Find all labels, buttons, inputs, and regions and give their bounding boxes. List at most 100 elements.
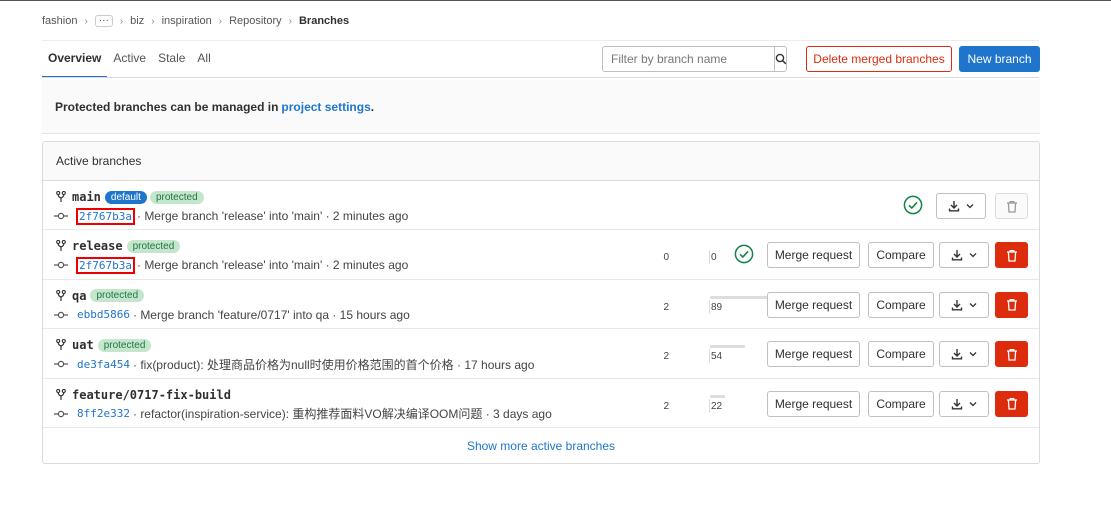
breadcrumb-item-fashion[interactable]: fashion [42, 15, 77, 27]
default-badge: default [104, 190, 147, 204]
breadcrumb-item-biz[interactable]: biz [130, 15, 144, 27]
commit-message: · Merge branch 'release' into 'main' · 2… [136, 209, 409, 223]
commits-ahead-bar [710, 394, 725, 398]
delete-branch-button[interactable] [995, 291, 1028, 318]
breadcrumb-current: Branches [298, 15, 350, 27]
tab-overview[interactable]: Overview [42, 44, 108, 78]
delete-merged-branches-button[interactable]: Delete merged branches [806, 46, 952, 72]
chevron-right-icon: › [119, 15, 124, 27]
search-button[interactable] [774, 47, 787, 71]
compare-button[interactable]: Compare [868, 291, 934, 318]
tab-stale[interactable]: Stale [152, 44, 191, 78]
chevron-right-icon: › [151, 15, 155, 27]
commits-ahead: 0 [711, 252, 717, 264]
download-button[interactable] [939, 242, 989, 269]
branch-name-link[interactable]: qa [72, 289, 86, 303]
commits-behind: 2 [663, 301, 669, 313]
breadcrumb-more-button[interactable]: ··· [94, 15, 113, 27]
compare-button[interactable]: Compare [868, 242, 934, 269]
branch-row: release protected 2f767b3a · Merge branch '… [43, 230, 1039, 280]
info-text: Protected branches can be managed in [55, 99, 279, 114]
branch-name-link[interactable]: main [72, 190, 101, 204]
protected-badge: protected [126, 239, 181, 253]
merge-request-button[interactable]: Merge request [767, 341, 860, 368]
delete-branch-button[interactable] [995, 242, 1028, 269]
commits-behind: 2 [663, 400, 669, 412]
protected-badge: protected [90, 289, 145, 303]
show-more-branches-link[interactable]: Show more active branches [43, 428, 1039, 463]
delete-branch-button[interactable] [995, 341, 1028, 368]
protected-badge: protected [149, 190, 204, 204]
merge-request-button[interactable]: Merge request [767, 242, 860, 269]
commit-message: · refactor(inspiration-service): 重构推荐面料V… [132, 407, 552, 422]
branch-row: feature/0717-fix-build 8ff2e332 · refactor… [43, 379, 1039, 428]
divergence-graph: 00 [655, 250, 725, 272]
compare-button[interactable]: Compare [868, 341, 934, 368]
branch-icon [56, 191, 68, 203]
branch-icon [56, 289, 68, 302]
commit-message: · Merge branch 'feature/0717' into qa · … [132, 307, 410, 322]
merge-request-button[interactable]: Merge request [767, 390, 860, 417]
branch-row: uat protected de3fa454 · fix(product): 处理商品… [43, 329, 1039, 379]
commit-message: · fix(product): 处理商品价格为null时使用价格范围的首个价格 … [132, 357, 535, 372]
download-button[interactable] [939, 390, 989, 417]
chevron-right-icon: › [288, 15, 292, 27]
branch-name-link[interactable]: feature/0717-fix-build [72, 388, 231, 402]
project-settings-link[interactable]: project settings [281, 100, 370, 114]
commits-ahead: 22 [711, 400, 723, 412]
download-button[interactable] [939, 341, 989, 368]
commits-behind: 2 [663, 351, 669, 363]
info-period: . [370, 99, 375, 114]
branch-row: qa protected ebbd5866 · Merge branch 'featu… [43, 280, 1039, 330]
breadcrumb: fashion › ··· › biz › inspiration › Repo… [42, 13, 349, 29]
branch-icon [56, 388, 68, 401]
branch-icon [56, 339, 68, 351]
branch-row: main default protected 2f767b3a · Merge bran… [43, 181, 1039, 231]
commits-behind: 0 [663, 252, 669, 264]
chevron-right-icon: › [218, 15, 223, 27]
commits-ahead: 89 [711, 301, 723, 313]
pipeline-passed-icon[interactable] [903, 195, 923, 215]
compare-button[interactable]: Compare [868, 390, 934, 417]
commit-sha-link[interactable]: 2f767b3a [76, 207, 135, 225]
chevron-right-icon: › [84, 15, 88, 27]
pipeline-passed-icon[interactable] [734, 244, 754, 264]
tab-all[interactable]: All [191, 44, 216, 78]
commits-ahead: 54 [711, 351, 723, 363]
protected-badge: protected [97, 338, 152, 352]
tab-active[interactable]: Active [107, 44, 152, 78]
new-branch-button[interactable]: New branch [959, 46, 1040, 72]
active-branches-card: Active branches main default protected 2f76… [42, 141, 1040, 464]
branch-icon [56, 240, 68, 252]
divider [42, 77, 1039, 78]
commit-icon [54, 410, 68, 418]
commit-sha-link[interactable]: ebbd5866 [76, 308, 131, 321]
commit-icon [54, 311, 68, 319]
divergence-graph: 2 89 [655, 295, 768, 322]
divider [42, 40, 1039, 41]
delete-branch-button[interactable] [995, 390, 1028, 417]
branch-filter [602, 46, 787, 72]
commit-icon [54, 261, 68, 269]
commit-icon [54, 360, 68, 368]
commit-message: · Merge branch 'release' into 'main' · 2… [136, 258, 409, 273]
branch-tabs: Overview Active Stale All [42, 44, 217, 78]
breadcrumb-item-repository[interactable]: Repository [229, 15, 282, 27]
search-icon [775, 53, 787, 65]
branch-name-link[interactable]: uat [72, 338, 94, 352]
protected-branches-info: Protected branches can be managed in pro… [42, 80, 1040, 134]
breadcrumb-item-inspiration[interactable]: inspiration [162, 15, 212, 27]
commits-ahead-bar [710, 345, 745, 349]
branch-name-link[interactable]: release [72, 239, 123, 253]
download-button[interactable] [936, 193, 986, 219]
card-title: Active branches [43, 142, 1039, 181]
download-button[interactable] [939, 291, 989, 318]
delete-branch-button [995, 193, 1028, 219]
commit-sha-link[interactable]: 8ff2e332 [76, 407, 131, 420]
merge-request-button[interactable]: Merge request [767, 291, 860, 318]
commits-ahead-bar [710, 295, 768, 299]
commit-sha-link[interactable]: 2f767b3a [76, 256, 135, 274]
divergence-graph: 2 22 [655, 394, 725, 421]
commit-sha-link[interactable]: de3fa454 [76, 358, 131, 371]
branch-filter-input[interactable] [603, 47, 774, 71]
